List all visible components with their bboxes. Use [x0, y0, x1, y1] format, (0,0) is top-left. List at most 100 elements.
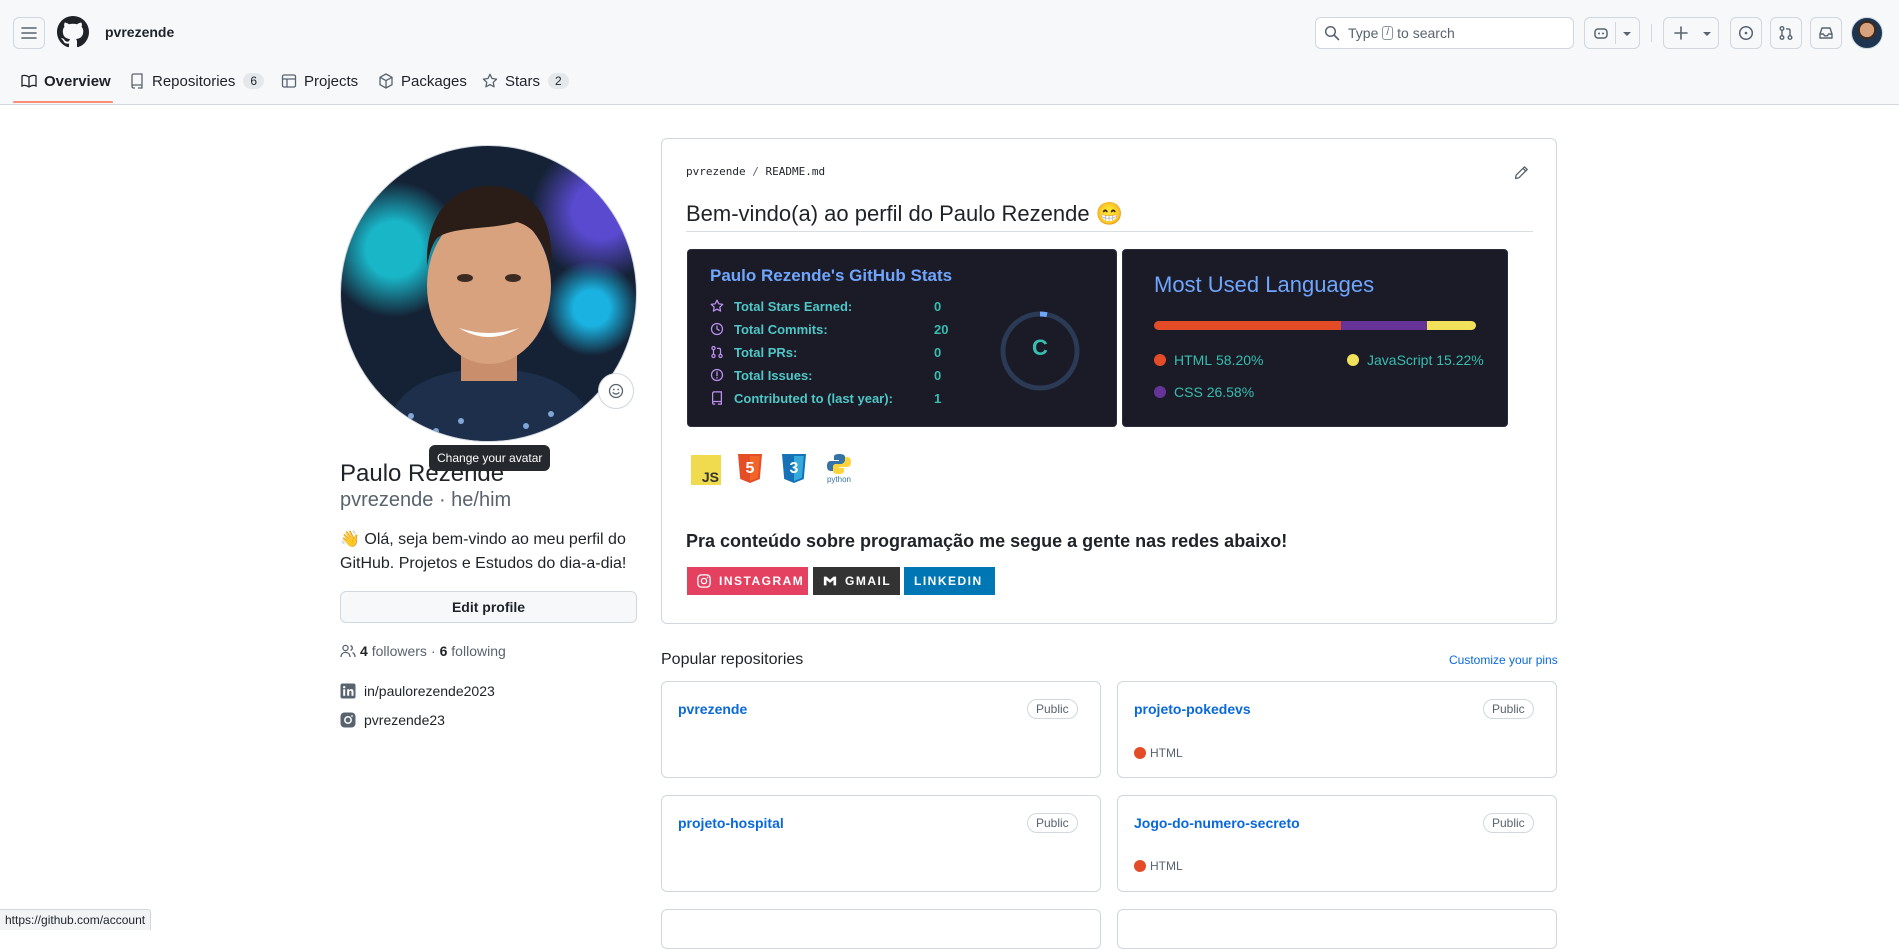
- repo-card: Jogo-do-numero-secreto Public HTML: [1117, 795, 1557, 892]
- chevron-down-icon: [1623, 32, 1631, 36]
- search-input[interactable]: Type / to search: [1315, 17, 1574, 49]
- following-link[interactable]: 6 following: [440, 643, 506, 659]
- stat-value: 0: [934, 367, 942, 383]
- stat-label: Total Issues:: [734, 367, 813, 383]
- instagram-handle: pvrezende23: [364, 712, 445, 728]
- stat-label: Total Commits:: [734, 321, 828, 337]
- followers-count: 4: [360, 643, 368, 659]
- repo-card: projeto-pokedevs Public HTML: [1117, 681, 1557, 778]
- plus-icon: [1674, 26, 1688, 40]
- languages-bar: [1154, 321, 1476, 330]
- edit-profile-button[interactable]: Edit profile: [340, 591, 637, 623]
- instagram-social-link[interactable]: pvrezende23: [340, 711, 445, 729]
- tab-label: Projects: [304, 72, 359, 90]
- search-icon: [1324, 25, 1340, 41]
- issue-opened-icon: [1738, 25, 1754, 41]
- repo-name-link[interactable]: pvrezende: [678, 701, 747, 717]
- followers-row: 4 followers · 6 following: [340, 641, 506, 661]
- instagram-icon: [697, 574, 711, 588]
- stat-value: 1: [934, 390, 942, 406]
- tab-active-indicator: [13, 101, 113, 103]
- avatar-portrait: [381, 185, 599, 441]
- python-icon: python: [824, 453, 854, 485]
- tab-stars[interactable]: Stars 2: [482, 68, 569, 94]
- copilot-icon: [1594, 28, 1608, 39]
- repo-name-link[interactable]: projeto-hospital: [678, 815, 784, 831]
- linkedin-icon: [340, 683, 356, 699]
- star-icon: [710, 299, 724, 312]
- github-logo-icon[interactable]: [57, 16, 89, 48]
- lang-dot-html: [1154, 354, 1166, 366]
- status-bar-url: https://github.com/account: [0, 909, 152, 930]
- lang-percent: 26.58%: [1206, 384, 1255, 400]
- tab-overview[interactable]: Overview: [21, 68, 111, 94]
- chevron-down-icon: [1703, 32, 1711, 36]
- stat-value: 20: [934, 321, 949, 337]
- copilot-button[interactable]: [1584, 17, 1640, 49]
- instagram-badge[interactable]: INSTAGRAM: [687, 567, 808, 595]
- stars-counter: 2: [548, 73, 569, 89]
- html5-icon: 5: [736, 453, 764, 485]
- language-color-dot: [1134, 747, 1146, 759]
- rank-grade: C: [1032, 335, 1048, 360]
- people-icon: [340, 644, 356, 658]
- repo-card: [1117, 909, 1557, 949]
- language-name: HTML: [1150, 859, 1183, 873]
- search-placeholder-pre: Type: [1348, 25, 1379, 41]
- gmail-badge[interactable]: GMAIL: [813, 567, 900, 595]
- git-pull-request-icon: [711, 345, 723, 359]
- repo-icon: [712, 391, 722, 405]
- lang-name: HTML: [1174, 352, 1213, 368]
- readme-subheading: Pra conteúdo sobre programação me segue …: [686, 531, 1288, 551]
- customize-pins-link[interactable]: Customize your pins: [1449, 653, 1558, 667]
- languages-title: Most Used Languages: [1154, 272, 1375, 297]
- stat-row-prs: Total PRs: 0: [710, 343, 941, 361]
- set-status-button[interactable]: [598, 373, 634, 409]
- readme-path-file[interactable]: README.md: [765, 165, 825, 178]
- header-username[interactable]: pvrezende: [105, 24, 174, 40]
- pull-requests-button[interactable]: [1770, 17, 1802, 49]
- tab-repositories[interactable]: Repositories 6: [129, 68, 265, 94]
- search-placeholder-post: to search: [1397, 25, 1455, 41]
- instagram-icon: [340, 712, 356, 728]
- user-avatar-menu[interactable]: [1851, 17, 1883, 49]
- linkedin-badge[interactable]: LINKEDIN: [904, 567, 995, 595]
- history-icon: [710, 322, 724, 336]
- lang-bar-segment-css: [1341, 321, 1427, 330]
- global-header: pvrezende Type / to search Overview Repo…: [0, 0, 1899, 105]
- stat-row-commits: Total Commits: 20: [710, 320, 948, 338]
- stat-row-contributed: Contributed to (last year): 1: [710, 389, 941, 407]
- tab-packages[interactable]: Packages: [378, 68, 467, 94]
- linkedin-social-link[interactable]: in/paulorezende2023: [340, 682, 495, 700]
- table-icon: [281, 74, 297, 88]
- repo-language: HTML: [1134, 746, 1183, 760]
- followers-link[interactable]: 4 followers: [360, 643, 427, 659]
- readme-path-user[interactable]: pvrezende: [686, 165, 746, 178]
- stat-value: 0: [934, 344, 942, 360]
- badge-label: LINKEDIN: [914, 574, 983, 588]
- repo-name-link[interactable]: Jogo-do-numero-secreto: [1134, 815, 1300, 831]
- stat-label: Contributed to (last year):: [734, 390, 893, 406]
- tab-label: Overview: [44, 72, 111, 90]
- tab-projects[interactable]: Projects: [281, 68, 358, 94]
- create-new-button[interactable]: [1663, 17, 1719, 49]
- repo-card: [661, 909, 1101, 949]
- css3-icon-text: 3: [789, 460, 799, 477]
- visibility-badge: Public: [1027, 699, 1078, 719]
- html5-icon-text: 5: [745, 460, 755, 477]
- smiley-icon: [608, 383, 624, 399]
- issue-opened-icon: [710, 368, 724, 382]
- css3-icon: 3: [780, 453, 808, 485]
- inbox-button[interactable]: [1810, 17, 1842, 49]
- lang-name: JavaScript: [1367, 352, 1433, 368]
- languages-card: Most Used Languages HTML 58.20% JavaScri…: [1122, 249, 1508, 427]
- tab-label: Packages: [401, 72, 467, 90]
- edit-readme-button[interactable]: [1513, 165, 1529, 181]
- repo-name-link[interactable]: projeto-pokedevs: [1134, 701, 1251, 717]
- profile-avatar[interactable]: [340, 145, 637, 442]
- menu-button[interactable]: [13, 17, 45, 49]
- separator-dot: ·: [430, 643, 436, 659]
- js-icon-text: JS: [701, 469, 719, 485]
- lang-name: CSS: [1174, 384, 1203, 400]
- issues-button[interactable]: [1730, 17, 1762, 49]
